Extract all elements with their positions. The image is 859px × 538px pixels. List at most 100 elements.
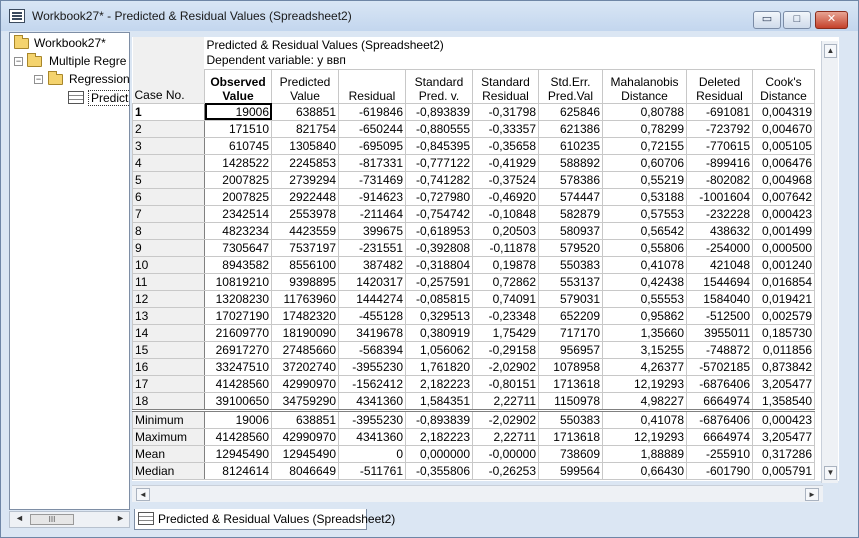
table-cell[interactable]: 17027190 [204, 306, 272, 325]
table-cell[interactable]: 3955011 [686, 323, 753, 342]
tree-horizontal-scrollbar[interactable]: ◄ III ► [9, 511, 130, 528]
table-cell[interactable]: 4,26377 [602, 357, 687, 376]
table-cell[interactable]: 1428522 [204, 153, 272, 172]
table-cell[interactable]: -0,26253 [472, 461, 539, 480]
table-cell[interactable]: 3,205477 [752, 427, 815, 446]
table-cell[interactable]: 579031 [538, 289, 603, 308]
table-cell[interactable]: -0,46920 [472, 187, 539, 206]
table-cell[interactable]: 399675 [338, 221, 406, 240]
table-cell[interactable]: 8046649 [271, 461, 339, 480]
table-cell[interactable]: 33247510 [204, 357, 272, 376]
table-cell[interactable]: 0,004968 [752, 170, 815, 189]
table-cell[interactable]: 0,329513 [405, 306, 473, 325]
table-cell[interactable]: 0,011856 [752, 340, 815, 359]
table-cell[interactable]: -899416 [686, 153, 753, 172]
table-cell[interactable]: -2,02902 [472, 408, 539, 429]
table-cell[interactable]: -2,02902 [472, 357, 539, 376]
table-cell[interactable]: 1420317 [338, 272, 406, 291]
table-cell[interactable]: 0,006476 [752, 153, 815, 172]
table-cell[interactable]: -0,355806 [405, 461, 473, 480]
tree-item-multiple-regression[interactable]: − Multiple Regre [12, 53, 129, 69]
table-cell[interactable]: 1584040 [686, 289, 753, 308]
table-cell[interactable]: 599564 [538, 461, 603, 480]
table-cell[interactable]: 3,15255 [602, 340, 687, 359]
case-number[interactable]: 10 [132, 255, 205, 274]
table-cell[interactable]: -0,893839 [405, 408, 473, 429]
table-cell[interactable]: 42990970 [271, 427, 339, 446]
case-number[interactable]: 18 [132, 391, 205, 411]
case-number[interactable]: 17 [132, 374, 205, 393]
table-cell[interactable]: 0,95862 [602, 306, 687, 325]
table-cell[interactable]: 1,056062 [405, 340, 473, 359]
table-cell[interactable]: -568394 [338, 340, 406, 359]
title-bar[interactable]: Workbook27* - Predicted & Residual Value… [1, 1, 858, 31]
table-cell[interactable]: 0,72155 [602, 136, 687, 155]
table-cell[interactable]: 582879 [538, 204, 603, 223]
table-cell[interactable]: 1150978 [538, 391, 603, 411]
summary-label[interactable]: Median [132, 461, 205, 480]
table-cell[interactable]: 652209 [538, 306, 603, 325]
case-number[interactable]: 2 [132, 119, 205, 138]
table-cell[interactable]: 8124614 [204, 461, 272, 480]
table-cell[interactable]: 588892 [538, 153, 603, 172]
table-cell[interactable]: 2739294 [271, 170, 339, 189]
case-number[interactable]: 7 [132, 204, 205, 223]
table-cell[interactable]: -731469 [338, 170, 406, 189]
table-cell[interactable]: 578386 [538, 170, 603, 189]
table-cell[interactable]: 1078958 [538, 357, 603, 376]
table-cell[interactable]: -0,257591 [405, 272, 473, 291]
table-cell[interactable]: 0,001240 [752, 255, 815, 274]
column-header[interactable]: Cook's Distance [752, 68, 815, 104]
close-button[interactable]: ✕ [815, 11, 848, 29]
table-cell[interactable]: -0,29158 [472, 340, 539, 359]
table-cell[interactable]: -0,754742 [405, 204, 473, 223]
table-cell[interactable]: 0,007642 [752, 187, 815, 206]
table-cell[interactable]: 8943582 [204, 255, 272, 274]
table-cell[interactable]: 738609 [538, 444, 603, 463]
table-cell[interactable]: -817331 [338, 153, 406, 172]
tab-predicted-residual[interactable]: Predicted & Residual Values (Spreadsheet… [134, 509, 395, 530]
table-cell[interactable]: 41428560 [204, 374, 272, 393]
table-cell[interactable]: 0,80788 [602, 102, 687, 121]
table-cell[interactable]: -650244 [338, 119, 406, 138]
table-cell[interactable]: 0 [338, 444, 406, 463]
table-cell[interactable]: 2,182223 [405, 374, 473, 393]
table-cell[interactable]: 1713618 [538, 374, 603, 393]
table-cell[interactable]: 6664974 [686, 391, 753, 411]
table-cell[interactable]: -0,41929 [472, 153, 539, 172]
table-cell[interactable]: 4,98227 [602, 391, 687, 411]
column-header[interactable]: Predicted Value [271, 68, 339, 104]
table-cell[interactable]: 0,55806 [602, 238, 687, 257]
table-cell[interactable]: 0,002579 [752, 306, 815, 325]
case-number[interactable]: 11 [132, 272, 205, 291]
maximize-button[interactable]: □ [783, 11, 811, 29]
table-cell[interactable]: 550383 [538, 408, 603, 429]
table-cell[interactable]: 2922448 [271, 187, 339, 206]
table-cell[interactable]: 1713618 [538, 427, 603, 446]
table-cell[interactable]: -0,741282 [405, 170, 473, 189]
table-cell[interactable]: -0,10848 [472, 204, 539, 223]
table-cell[interactable]: 0,000423 [752, 204, 815, 223]
table-cell[interactable]: 4423559 [271, 221, 339, 240]
horizontal-scrollbar[interactable]: ◄ ► [132, 485, 823, 502]
table-cell[interactable]: 18190090 [271, 323, 339, 342]
table-cell[interactable]: 821754 [271, 119, 339, 138]
tree-item-predicted-sheet[interactable]: Predict [12, 89, 129, 106]
table-cell[interactable]: -0,893839 [405, 102, 473, 121]
table-cell[interactable]: 21609770 [204, 323, 272, 342]
table-cell[interactable]: 421048 [686, 255, 753, 274]
table-cell[interactable]: 0,20503 [472, 221, 539, 240]
table-cell[interactable]: 2007825 [204, 170, 272, 189]
table-cell[interactable]: 1305840 [271, 136, 339, 155]
table-cell[interactable]: 12945490 [271, 444, 339, 463]
table-cell[interactable]: 39100650 [204, 391, 272, 411]
scroll-up-icon[interactable]: ▲ [824, 44, 837, 58]
table-cell[interactable]: 438632 [686, 221, 753, 240]
table-cell[interactable]: -0,777122 [405, 153, 473, 172]
case-number[interactable]: 5 [132, 170, 205, 189]
table-cell[interactable]: -723792 [686, 119, 753, 138]
table-cell[interactable]: 2553978 [271, 204, 339, 223]
table-cell[interactable]: 610235 [538, 136, 603, 155]
table-cell[interactable]: -0,00000 [472, 444, 539, 463]
summary-label[interactable]: Mean [132, 444, 205, 463]
